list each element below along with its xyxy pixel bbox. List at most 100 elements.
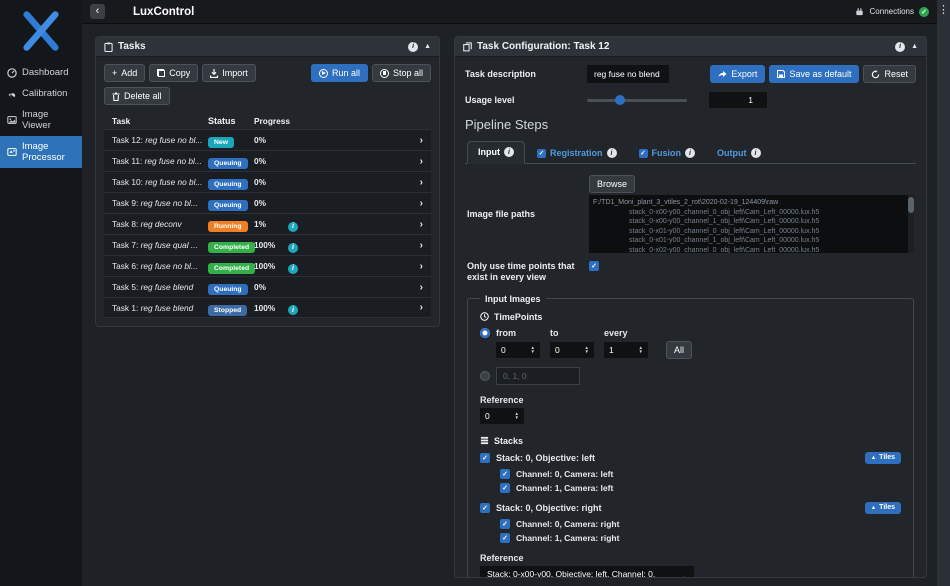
info-icon[interactable]: i — [288, 264, 298, 274]
info-icon[interactable]: i — [751, 148, 761, 158]
tasks-panel: Tasks i ▲ + Add — [95, 36, 440, 327]
sidebar-nav: Dashboard Calibration Image Viewer Image… — [0, 62, 82, 168]
progress-value: 100% — [254, 261, 288, 271]
tiles-collapse-button[interactable]: ▲ Tiles — [865, 452, 901, 464]
export-button[interactable]: Export — [710, 65, 765, 83]
table-row[interactable]: Task 11: reg fuse no bl... Queuing 0% i … — [104, 150, 431, 171]
file-path: stack_0-x01-y00_channel_0_obj_left\Cam_L… — [593, 227, 904, 237]
status-badge: New — [208, 137, 234, 148]
add-task-button[interactable]: + Add — [104, 64, 145, 82]
stepper-icon[interactable]: ▲▼ — [639, 346, 643, 352]
sidebar-item-dashboard[interactable]: Dashboard — [0, 62, 82, 83]
chevron-right-icon[interactable]: › — [413, 261, 423, 272]
chevron-right-icon[interactable]: › — [413, 219, 423, 230]
range-radio[interactable] — [480, 328, 490, 338]
info-icon[interactable]: i — [607, 148, 617, 158]
reference-input[interactable]: 0 ▲▼ — [480, 408, 524, 424]
channel-checkbox[interactable]: ✓ — [500, 519, 510, 529]
to-input[interactable]: 0 ▲▼ — [550, 342, 594, 358]
tab-fusion[interactable]: ✓ Fusion i — [629, 143, 706, 164]
chevron-right-icon[interactable]: › — [413, 198, 423, 209]
from-input[interactable]: 0 ▲▼ — [496, 342, 540, 358]
tab-output[interactable]: Output i — [707, 143, 771, 164]
run-icon — [319, 69, 328, 78]
delete-all-button[interactable]: Delete all — [104, 87, 170, 105]
run-all-button[interactable]: Run all — [311, 64, 368, 82]
back-button[interactable]: ‹ — [90, 4, 105, 19]
info-icon[interactable]: i — [288, 305, 298, 315]
checkbox-icon[interactable]: ✓ — [639, 149, 648, 158]
info-icon[interactable]: i — [504, 147, 514, 157]
info-icon[interactable]: i — [288, 243, 298, 253]
browse-button[interactable]: Browse — [589, 175, 635, 193]
table-row[interactable]: Task 5: reg fuse blend Queuing 0% i › — [104, 276, 431, 297]
channel-checkbox[interactable]: ✓ — [500, 469, 510, 479]
image-file-paths-box[interactable]: F:/TD1_Moni_plant_3_vtiles_2_rot\2020-02… — [589, 195, 914, 253]
tasks-clipboard-icon — [104, 42, 113, 52]
channel-checkbox[interactable]: ✓ — [500, 483, 510, 493]
reset-icon — [871, 70, 880, 79]
stepper-icon[interactable]: ▲▼ — [531, 346, 535, 352]
column-progress: Progress — [254, 116, 288, 126]
chevron-right-icon[interactable]: › — [413, 282, 423, 293]
paths-scrollbar[interactable] — [908, 195, 914, 253]
right-rail-scrollbar[interactable]: ⋮ — [937, 0, 950, 586]
usage-level-slider[interactable] — [587, 99, 687, 102]
info-icon[interactable]: i — [288, 222, 298, 232]
collapse-panel-icon[interactable]: ▲ — [911, 43, 918, 50]
pattern-input[interactable] — [496, 367, 580, 385]
channel-checkbox[interactable]: ✓ — [500, 533, 510, 543]
table-row[interactable]: Task 8: reg deconv Running 1% i › — [104, 213, 431, 234]
collapse-panel-icon[interactable]: ▲ — [424, 43, 431, 50]
table-row[interactable]: Task 6: reg fuse no bl... Completed 100%… — [104, 255, 431, 276]
progress-value: 0% — [254, 156, 288, 166]
chevron-right-icon[interactable]: › — [413, 135, 423, 146]
reset-button[interactable]: Reset — [863, 65, 916, 83]
channel-row: ✓ Channel: 0, Camera: left — [500, 469, 901, 479]
chevron-right-icon[interactable]: › — [413, 302, 423, 313]
table-row[interactable]: Task 10: reg fuse no bl... Queuing 0% i … — [104, 171, 431, 192]
status-badge: Completed — [208, 242, 255, 253]
save-as-default-button[interactable]: Save as default — [769, 65, 859, 83]
chevron-right-icon[interactable]: › — [413, 156, 423, 167]
chevron-right-icon[interactable]: › — [413, 240, 423, 251]
stepper-icon[interactable]: ▲▼ — [585, 346, 589, 352]
timepoints-pattern-row — [480, 367, 901, 385]
sidebar-item-image-viewer[interactable]: Image Viewer — [0, 104, 82, 136]
slider-handle[interactable] — [615, 95, 625, 105]
stack-checkbox[interactable]: ✓ — [480, 503, 490, 513]
only-time-points-checkbox[interactable]: ✓ — [589, 261, 599, 271]
connections-label[interactable]: Connections — [870, 7, 914, 16]
chevron-right-icon[interactable]: › — [413, 177, 423, 188]
table-row[interactable]: Task 7: reg fuse qual ... Completed 100%… — [104, 234, 431, 255]
table-row[interactable]: Task 9: reg fuse no bl... Queuing 0% i › — [104, 192, 431, 213]
sidebar-item-image-processor[interactable]: Image Processor — [0, 136, 82, 168]
table-row[interactable]: Task 12: reg fuse no bl... New 0% i › — [104, 129, 431, 150]
info-icon[interactable]: i — [895, 42, 905, 52]
reference-select[interactable]: Stack: 0-x00-y00, Objective: left, Chann… — [480, 566, 694, 578]
info-icon[interactable]: i — [685, 148, 695, 158]
topbar-right: Connections ✓ — [854, 7, 929, 17]
usage-level-value[interactable]: 1 — [709, 92, 767, 108]
sidebar-item-calibration[interactable]: Calibration — [0, 83, 82, 104]
task-description-input[interactable] — [587, 65, 669, 83]
stop-all-button[interactable]: Stop all — [372, 64, 431, 82]
stack-checkbox[interactable]: ✓ — [480, 453, 490, 463]
every-input[interactable]: 1 ▲▼ — [604, 342, 648, 358]
pattern-radio[interactable] — [480, 371, 490, 381]
copy-icon — [157, 69, 165, 77]
task-configuration-panel: Task Configuration: Task 12 i ▲ Task des… — [454, 36, 927, 578]
all-button[interactable]: All — [666, 341, 692, 359]
timepoints-range-labels: from to every — [480, 328, 901, 338]
import-task-button[interactable]: Import — [202, 64, 256, 82]
config-panel-header: Task Configuration: Task 12 i ▲ — [455, 37, 926, 57]
kebab-menu-icon[interactable]: ⋮ — [938, 3, 949, 586]
info-icon[interactable]: i — [408, 42, 418, 52]
table-row[interactable]: Task 1: reg fuse blend Stopped 100% i › — [104, 297, 431, 318]
tab-input[interactable]: Input i — [467, 141, 525, 164]
tab-registration[interactable]: ✓ Registration i — [527, 143, 627, 164]
tiles-collapse-button[interactable]: ▲ Tiles — [865, 502, 901, 514]
stepper-icon[interactable]: ▲▼ — [515, 412, 519, 418]
checkbox-icon[interactable]: ✓ — [537, 149, 546, 158]
copy-task-button[interactable]: Copy — [149, 64, 198, 82]
